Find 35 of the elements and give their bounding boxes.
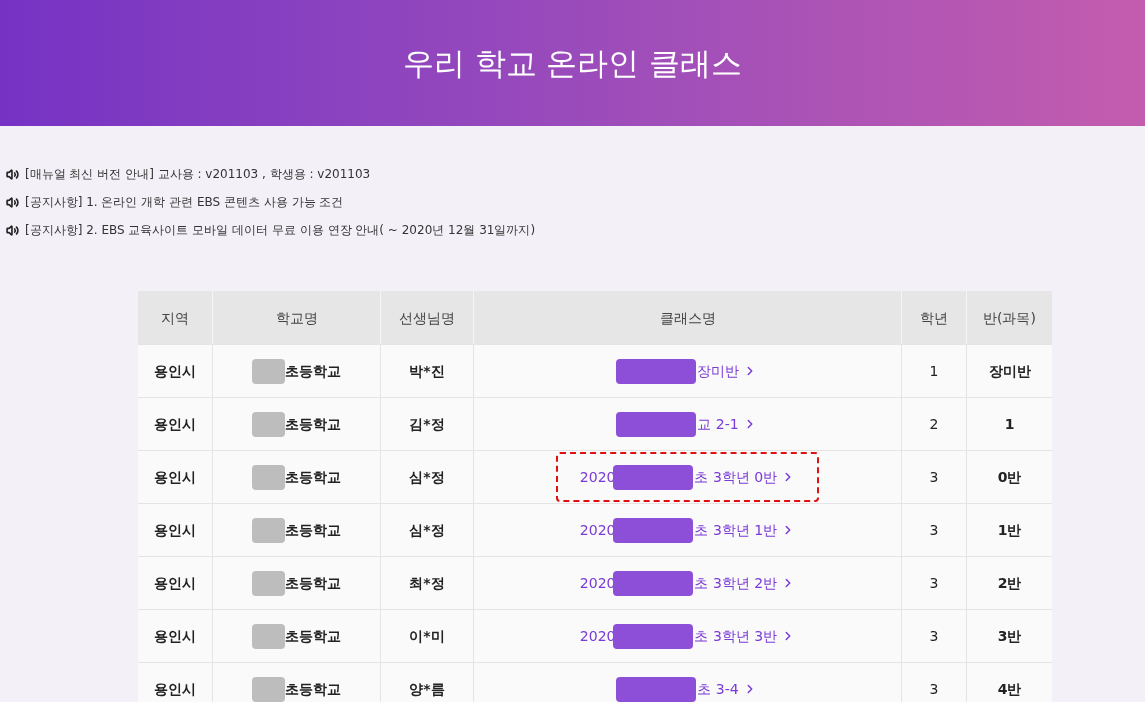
table-cell-text: 1 [1003, 414, 1016, 434]
table-cell-text: 초등학교 [285, 679, 341, 699]
table-cell-text: 0반 [996, 467, 1023, 487]
table-cell-text: 장미반 [987, 361, 1032, 381]
redaction-mark [252, 464, 285, 490]
redaction-mark [252, 411, 285, 437]
table-cell-text: 초등학교 [285, 520, 341, 540]
speaker-icon [6, 195, 19, 209]
notice-link[interactable]: [공지사항] 1. 온라인 개학 관련 EBS 콘텐츠 사용 가능 조건 [25, 193, 344, 211]
notice-link[interactable]: [매뉴얼 최신 버전 안내] 교사용 : v201103 , 학생용 : v201103 [25, 165, 371, 183]
redaction-mark [252, 358, 285, 384]
table-cell-text: 2반 [996, 573, 1023, 593]
class-link[interactable]: 장미반 [594, 346, 781, 396]
table-cell-text: 3반 [996, 626, 1023, 646]
table-cell-text: 초등학교 [285, 467, 341, 487]
notice-link[interactable]: [공지사항] 2. EBS 교육사이트 모바일 데이터 무료 이용 연장 안내( ~ 2020년 12월 31일까지) [25, 221, 536, 239]
speaker-icon [6, 223, 19, 237]
table-cell-text: 1반 [996, 520, 1023, 540]
redaction-mark [252, 676, 285, 702]
table-cell: 양*름 [381, 663, 474, 702]
table-cell: 용인시 [138, 663, 213, 702]
table-cell-text: 초등학교 [285, 626, 341, 646]
redaction-mark [252, 623, 285, 649]
table-cell-text: 초등학교 [285, 414, 341, 434]
class-link[interactable]: 교 2-1 [594, 399, 781, 449]
table-cell-text: 4반 [996, 679, 1023, 699]
column-header: 반(과목) [982, 308, 1037, 328]
redaction-mark [252, 570, 285, 596]
table-cell-text: 초등학교 [285, 361, 341, 381]
table-cell-text: 초등학교 [285, 573, 341, 593]
speaker-icon [6, 167, 19, 181]
page-title: 우리 학교 온라인 클래스 [402, 43, 743, 83]
class-link[interactable]: 초 3-4 [594, 664, 781, 702]
table-cell: 3 [902, 663, 967, 702]
redaction-mark [252, 517, 285, 543]
